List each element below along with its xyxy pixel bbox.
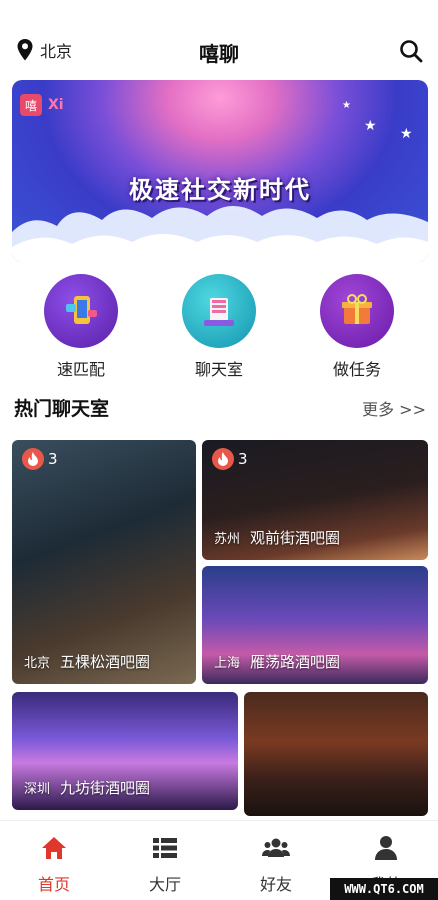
room-name: 五棵松酒吧圈 xyxy=(60,653,151,671)
flame-icon xyxy=(22,448,44,470)
chat-room-button[interactable]: 聊天室 xyxy=(169,274,269,380)
room-card[interactable]: 深圳 九坊街酒吧圈 xyxy=(12,692,238,810)
room-name: 九坊街酒吧圈 xyxy=(60,779,151,797)
brand-logo: 嘻 Xi xyxy=(20,94,64,116)
room-city: 苏州 xyxy=(214,532,241,547)
hot-badge: 3 xyxy=(212,448,248,470)
person-icon xyxy=(375,836,397,860)
list-icon xyxy=(153,838,177,858)
hot-count: 3 xyxy=(238,450,248,468)
room-name: 观前街酒吧圈 xyxy=(250,529,341,547)
flame-icon xyxy=(212,448,234,470)
tab-label: 好友 xyxy=(259,875,292,894)
site-watermark: WWW.QT6.COM xyxy=(330,878,438,900)
section-title: 热门聊天室 xyxy=(14,398,110,420)
chat-room-icon xyxy=(182,274,256,348)
room-name: 雁荡路酒吧圈 xyxy=(250,653,341,671)
quick-entry-label: 聊天室 xyxy=(194,360,243,379)
promo-banner[interactable]: 嘻 Xi ★ ★ ★ 极速社交新时代 xyxy=(12,80,428,262)
star-decoration-icon: ★ xyxy=(364,118,377,134)
room-card[interactable]: 3 苏州 观前街酒吧圈 xyxy=(202,440,428,560)
brand-text: Xi xyxy=(48,97,64,113)
room-card[interactable]: 3 北京 五棵松酒吧圈 xyxy=(12,440,196,684)
tab-friends[interactable]: 好友 xyxy=(236,835,316,895)
room-card[interactable]: 上海 雁荡路酒吧圈 xyxy=(202,566,428,684)
room-label: 北京 五棵松酒吧圈 xyxy=(24,651,150,672)
search-icon[interactable] xyxy=(398,38,424,64)
room-city: 深圳 xyxy=(24,782,51,797)
quick-entries: 速匹配 聊天室 做任务 xyxy=(0,274,438,384)
hot-badge: 3 xyxy=(22,448,58,470)
tab-label: 大厅 xyxy=(148,875,181,894)
room-label: 深圳 九坊街酒吧圈 xyxy=(24,777,150,798)
room-card[interactable] xyxy=(244,692,428,816)
quick-entry-label: 速匹配 xyxy=(56,360,105,379)
phone-match-icon xyxy=(44,274,118,348)
tab-hall[interactable]: 大厅 xyxy=(125,835,205,895)
tasks-button[interactable]: 做任务 xyxy=(307,274,407,380)
quick-entry-label: 做任务 xyxy=(332,360,381,379)
tab-label: 首页 xyxy=(37,875,70,894)
friends-icon xyxy=(262,838,290,857)
quick-match-button[interactable]: 速匹配 xyxy=(31,274,131,380)
room-label: 苏州 观前街酒吧圈 xyxy=(214,527,340,548)
hot-count: 3 xyxy=(48,450,58,468)
app-title: 嘻聊 xyxy=(199,42,239,66)
room-city: 北京 xyxy=(24,656,51,671)
gift-task-icon xyxy=(320,274,394,348)
brand-mark: 嘻 xyxy=(20,94,42,116)
tab-home[interactable]: 首页 xyxy=(14,835,94,895)
room-label: 上海 雁荡路酒吧圈 xyxy=(214,651,340,672)
cloud-decoration xyxy=(12,206,428,262)
star-decoration-icon: ★ xyxy=(400,126,413,142)
more-link[interactable]: 更多 >> xyxy=(362,396,426,420)
star-decoration-icon: ★ xyxy=(342,100,351,111)
home-icon xyxy=(42,837,66,859)
room-city: 上海 xyxy=(214,656,241,671)
